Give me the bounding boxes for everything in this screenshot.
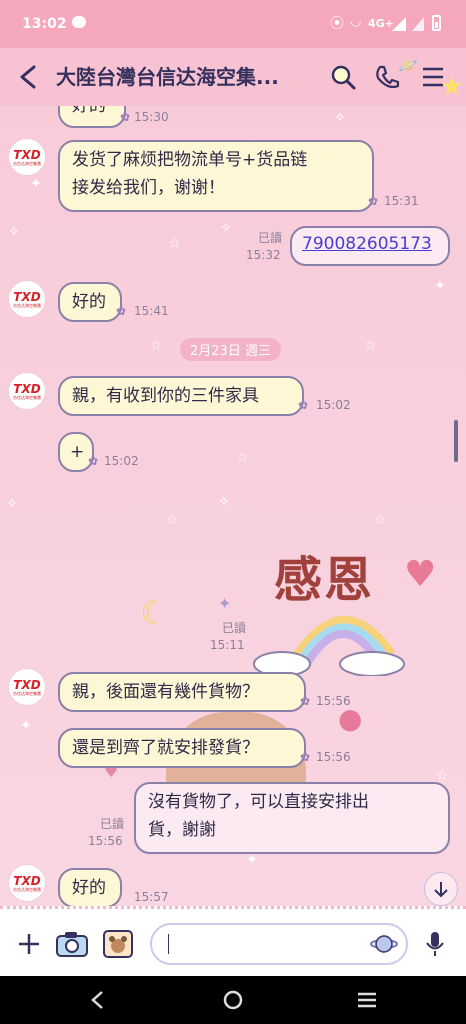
message-bubble[interactable]: 好的 — [58, 868, 122, 906]
message-time: 15:02 — [104, 454, 139, 468]
sticker-image[interactable]: 感恩 ♥ — [252, 536, 452, 676]
wifi-signal-icon: ◡ — [350, 14, 362, 29]
battery-icon — [432, 15, 441, 31]
message-bubble[interactable]: 還是到齊了就安排發貨？ ✿ — [58, 728, 310, 768]
planet-decoration-icon: 🪐 — [398, 56, 418, 75]
star-decoration-icon: ☆ — [364, 338, 377, 354]
star-decoration-icon: ☆ — [168, 236, 181, 252]
read-receipt: 已讀 — [257, 231, 282, 245]
moon-decoration-icon: ☾ — [140, 594, 169, 632]
star-decoration-icon: ☆ — [236, 450, 249, 466]
status-bar: 13:02 ⦿ ◡ 4G+ — [0, 0, 466, 48]
network-type: 4G+ — [368, 17, 394, 30]
star-decoration-icon: ✧ — [218, 494, 230, 510]
sparkle-decoration-icon: ✦ — [218, 594, 232, 613]
back-icon[interactable] — [14, 62, 44, 92]
avatar[interactable]: TXD 台信达海空集團 — [8, 864, 46, 902]
flower-icon: ✿ — [119, 110, 130, 124]
read-receipt: 已讀 — [221, 621, 246, 635]
scroll-indicator[interactable] — [454, 420, 458, 462]
message-text: + — [70, 442, 85, 462]
chat-area[interactable]: ✦ ✧ ☆ ✧ ✧ ✦ ☆ ☆ ✧ ☆ ✧ ☆ ☆ ✦ ☆ ✦ ☾ ✦ ● ♥ … — [0, 106, 466, 906]
message-bubble[interactable]: + ✿ — [58, 432, 98, 472]
signal2-icon — [412, 16, 424, 31]
message-text: 貨，謝謝 — [148, 820, 216, 840]
message-text: 沒有貨物了，可以直接安排出 — [148, 792, 369, 812]
message-text: 好的 — [72, 878, 106, 898]
message-text: 還是到齊了就安排發貨？ — [72, 738, 259, 758]
star-decoration-icon: ✦ — [434, 278, 446, 294]
nav-recents-icon[interactable] — [352, 986, 382, 1014]
message-bubble[interactable]: 好的 ✿ — [58, 106, 130, 128]
gallery-icon[interactable] — [100, 927, 136, 961]
star-decoration-icon: ☆ — [166, 512, 179, 528]
star-decoration-icon: ✦ — [20, 718, 32, 734]
message-time: 15:56 — [88, 834, 123, 848]
star-decoration-icon: ☆ — [150, 338, 163, 354]
message-input[interactable] — [150, 923, 408, 965]
message-text: 親，有收到你的三件家具 — [72, 386, 259, 406]
message-time: 15:31 — [384, 194, 419, 208]
star-decoration-icon: ✧ — [8, 224, 20, 240]
message-time: 15:02 — [316, 398, 351, 412]
star-decoration-icon: ✦ — [246, 852, 258, 868]
message-time: 15:56 — [316, 694, 351, 708]
message-time: 15:57 — [134, 890, 169, 904]
avatar[interactable]: TXD 台信达海空集團 — [8, 668, 46, 706]
message-time: 15:30 — [134, 110, 169, 124]
signal-icon — [392, 16, 406, 31]
message-bubble[interactable]: 親，有收到你的三件家具 ✿ — [58, 376, 308, 416]
text-cursor — [168, 934, 169, 954]
flower-icon: ✿ — [299, 750, 310, 764]
message-bubble[interactable]: 790082605173 — [290, 226, 450, 266]
message-text: 接发给我们，谢谢！ — [72, 178, 225, 198]
date-divider: 2月23日 週三 — [180, 338, 281, 361]
search-icon[interactable] — [328, 62, 358, 92]
star-decoration-icon: ☆ — [374, 512, 387, 528]
tracking-link[interactable]: 790082605173 — [302, 234, 432, 254]
star-decoration-icon: ★ — [440, 72, 464, 102]
emoji-icon[interactable] — [368, 929, 400, 959]
flower-icon: ✿ — [299, 694, 310, 708]
flower-icon: ✿ — [87, 454, 98, 468]
message-time: 15:11 — [210, 638, 245, 652]
scroll-down-icon[interactable] — [424, 872, 458, 906]
status-time: 13:02 — [22, 16, 67, 32]
heart-icon: ♥ — [404, 554, 437, 595]
message-text: 发货了麻烦把物流单号+货品链 — [72, 150, 308, 170]
message-text: 親，後面還有幾件貨物？ — [72, 682, 259, 702]
message-bubble[interactable]: 親，後面還有幾件貨物？ ✿ — [58, 672, 310, 712]
star-decoration-icon: ✦ — [30, 176, 42, 192]
navigation-bar — [0, 976, 466, 1024]
star-decoration-icon: ✧ — [6, 496, 18, 512]
message-bubble[interactable]: 好的 ✿ — [58, 282, 126, 322]
nav-back-icon[interactable] — [82, 986, 112, 1014]
star-decoration-icon: ✧ — [220, 220, 232, 236]
read-receipt: 已讀 — [99, 817, 124, 831]
chat-title[interactable]: 大陸台灣台信达海空集... — [56, 61, 318, 90]
plus-icon[interactable] — [14, 929, 44, 959]
message-text: 好的 — [72, 292, 106, 312]
mic-icon[interactable] — [420, 927, 450, 961]
message-bubble[interactable]: 沒有貨物了，可以直接安排出 貨，謝謝 — [134, 782, 450, 854]
camera-icon[interactable] — [54, 927, 90, 961]
message-time: 15:56 — [316, 750, 351, 764]
flower-icon: ✿ — [115, 304, 126, 318]
chat-header: 大陸台灣台信达海空集... ★ 🪐 — [0, 48, 466, 106]
message-time: 15:32 — [246, 248, 281, 262]
message-time: 15:41 — [134, 304, 169, 318]
avatar[interactable]: TXD 台信达海空集團 — [8, 280, 46, 318]
avatar[interactable]: TXD 台信达海空集團 — [8, 372, 46, 410]
flower-icon: ✿ — [297, 398, 308, 412]
hotspot-icon: ⦿ — [330, 16, 344, 32]
avatar[interactable]: TXD 台信达海空集團 — [8, 138, 46, 176]
flower-icon: ✿ — [367, 194, 378, 208]
nav-home-icon[interactable] — [218, 986, 248, 1014]
input-bar — [0, 906, 466, 979]
message-bubble[interactable]: 发货了麻烦把物流单号+货品链 接发给我们，谢谢！ ✿ — [58, 140, 378, 212]
chat-app-icon — [72, 16, 86, 28]
rainbow-cloud-icon — [253, 615, 405, 676]
star-decoration-icon: ✧ — [334, 110, 346, 126]
message-text: 好的 — [72, 106, 106, 116]
